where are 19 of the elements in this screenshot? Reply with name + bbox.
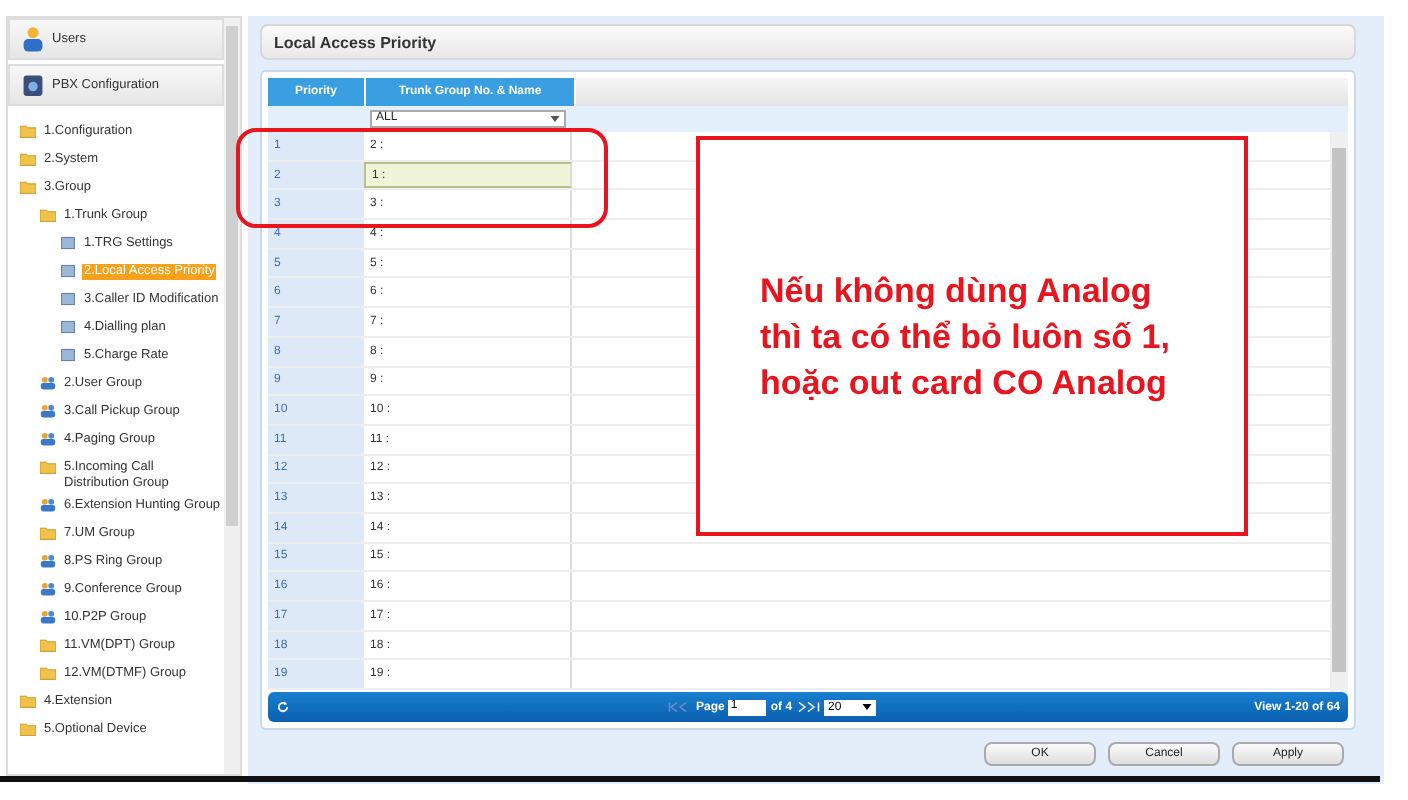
people-icon (40, 432, 56, 446)
folder-icon (40, 526, 56, 540)
caret-icon (862, 704, 873, 710)
people-icon (40, 554, 56, 568)
next-page-icon[interactable] (796, 702, 821, 712)
panel-title: Local Access Priority (260, 24, 1356, 60)
user-icon (22, 26, 44, 52)
scrollbar[interactable] (1330, 132, 1348, 692)
people-icon (40, 404, 56, 418)
people-icon (40, 498, 56, 512)
people-icon (40, 610, 56, 624)
annotation-text: Nếu không dùng Analog thì ta có thể bỏ luôn số 1, hoặc out card CO Analog (760, 269, 1172, 405)
scrollbar[interactable] (224, 18, 240, 774)
people-icon (40, 582, 56, 596)
refresh-icon[interactable] (276, 700, 290, 714)
people-icon (40, 376, 56, 390)
device-icon (22, 72, 44, 98)
folder-icon (40, 460, 56, 474)
caret-icon (550, 116, 560, 122)
